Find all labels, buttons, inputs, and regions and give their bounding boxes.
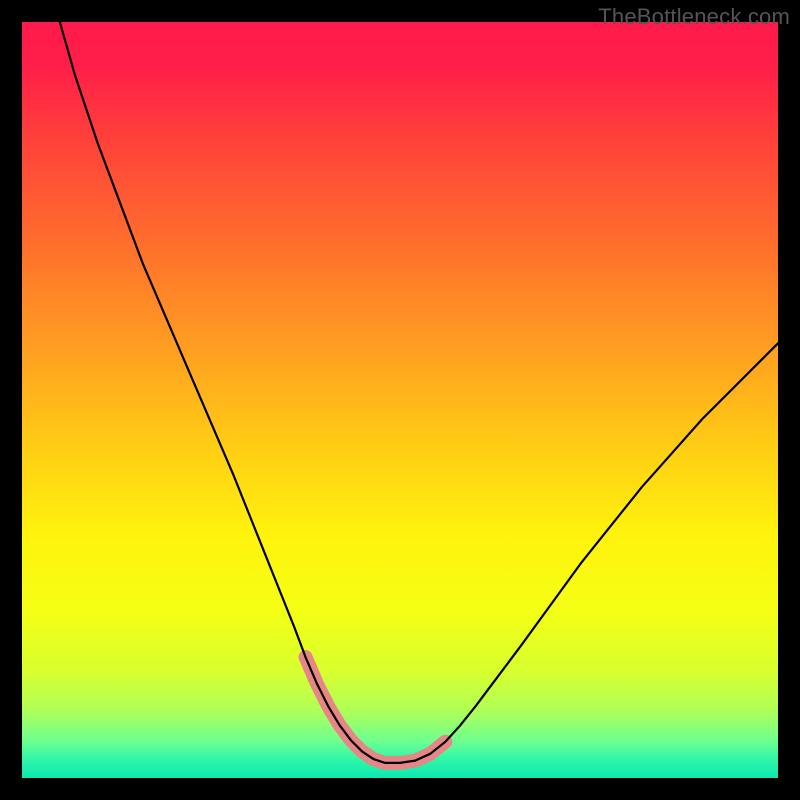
- highlight-band: [306, 657, 446, 763]
- curve-layer: [22, 22, 778, 778]
- plot-area: [22, 22, 778, 778]
- main-curve: [60, 22, 778, 763]
- watermark-text: TheBottleneck.com: [598, 4, 790, 30]
- chart-frame: TheBottleneck.com: [0, 0, 800, 800]
